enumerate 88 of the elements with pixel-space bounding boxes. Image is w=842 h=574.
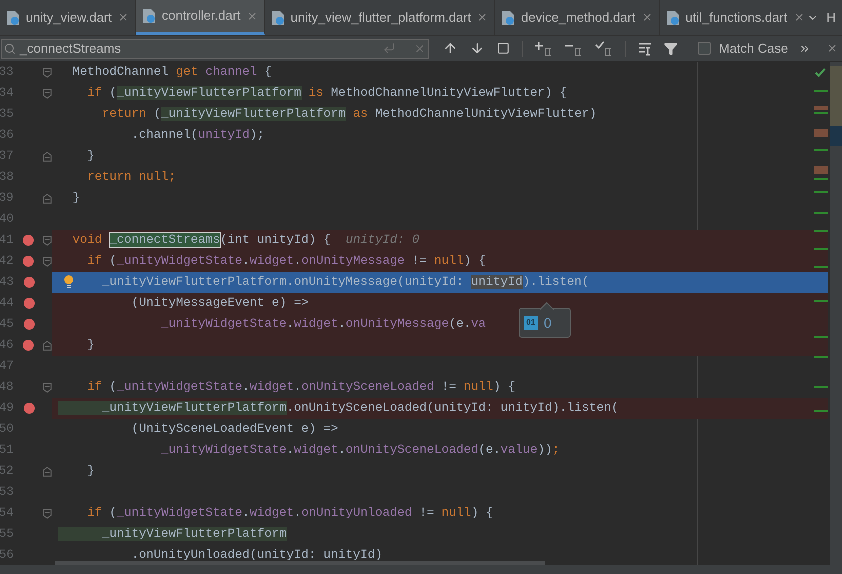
fold-icon[interactable] <box>43 152 52 162</box>
line-number: 56 <box>0 547 14 564</box>
tooltip-value: 0 <box>544 314 552 332</box>
line-number: 53 <box>0 484 14 502</box>
line-number: 36 <box>0 127 14 144</box>
add-occurrence-icon[interactable] <box>535 40 553 56</box>
code-text: return null; <box>86 171 176 184</box>
code-text: .onUnityUnloaded(unityId: unityId) <box>130 549 383 562</box>
file-tab[interactable]: unity_view_flutter_platform.dart <box>264 0 496 35</box>
code-text: .channel(unityId); <box>130 129 265 142</box>
code-text: if (_unityWidgetState.widget.onUnityMessage != null) { <box>86 255 486 268</box>
code-text: } <box>86 465 95 478</box>
dart-file-icon <box>6 10 20 26</box>
close-icon[interactable] <box>118 12 129 23</box>
close-icon[interactable] <box>794 12 803 23</box>
line-number: 43 <box>0 274 14 292</box>
line-number: 37 <box>0 148 14 166</box>
line-number: 34 <box>0 85 14 102</box>
fold-icon[interactable] <box>43 466 52 476</box>
search-icon[interactable] <box>4 42 16 54</box>
code-text: MethodChannel get channel { <box>72 66 272 79</box>
dart-file-icon <box>501 10 516 26</box>
code-text: return (_unityViewFlutterPlatform as MethodChannelUnityViewFlutter) <box>101 108 597 121</box>
code-text: _unityViewFlutterPlatform.onUnityMessage(unityId: unityId).listen( <box>101 276 590 289</box>
code-text: if (_unityViewFlutterPlatform is MethodChannelUnityViewFlutter) { <box>86 87 568 100</box>
code-text: } <box>86 150 95 163</box>
code-text: } <box>72 192 80 205</box>
fold-icon[interactable] <box>43 88 52 98</box>
breakpoint-icon[interactable] <box>24 319 34 330</box>
enter-icon[interactable] <box>383 42 396 55</box>
breakpoint-icon[interactable] <box>24 298 34 309</box>
match-case-label[interactable]: Match Case <box>719 38 788 58</box>
close-icon[interactable] <box>477 12 488 23</box>
code-text: } <box>86 339 95 352</box>
fold-icon[interactable] <box>43 256 52 266</box>
fold-icon[interactable] <box>43 340 52 350</box>
line-number: 44 <box>0 295 14 312</box>
fold-icon[interactable] <box>43 382 52 392</box>
line-number: 35 <box>0 106 14 124</box>
lightbulb-icon[interactable] <box>64 275 74 289</box>
fold-icon[interactable] <box>43 68 52 78</box>
line-number: 33 <box>0 64 14 82</box>
select-occurrences-icon[interactable] <box>595 40 613 56</box>
fold-icon[interactable] <box>43 508 52 518</box>
line-number: 51 <box>0 442 14 460</box>
dart-file-icon <box>270 10 285 26</box>
code-text: (UnitySceneLoadedEvent e) => <box>130 423 338 436</box>
line-number: 50 <box>0 421 14 438</box>
file-tab[interactable]: device_method.dart <box>495 0 660 35</box>
fold-icon[interactable] <box>43 194 52 204</box>
close-icon[interactable] <box>827 43 838 54</box>
filter-icon[interactable] <box>664 42 678 56</box>
dart-file-icon <box>666 10 680 26</box>
dart-file-icon <box>142 8 156 24</box>
breakpoint-icon[interactable] <box>22 235 34 246</box>
file-tab[interactable]: controller.dart <box>136 0 265 35</box>
close-icon[interactable] <box>246 10 258 22</box>
line-number: 55 <box>0 526 14 544</box>
line-number: 45 <box>0 316 14 334</box>
line-number: 38 <box>0 169 14 186</box>
fold-icon[interactable] <box>43 236 52 246</box>
breakpoint-icon[interactable] <box>22 340 34 351</box>
breakpoint-icon[interactable] <box>22 256 34 267</box>
search-field[interactable]: _connectStreams <box>1 38 429 58</box>
filter-lines-icon[interactable] <box>638 42 652 56</box>
square-icon[interactable] <box>497 42 510 55</box>
number-type-icon: 01 <box>524 316 538 330</box>
code-text: if (_unityWidgetState.widget.onUnityUnloaded != null) { <box>86 507 494 520</box>
code-text: _unityViewFlutterPlatform.onUnitySceneLoaded(unityId: unityId).listen( <box>58 402 619 415</box>
arrow-down-icon[interactable] <box>470 41 485 56</box>
line-number: 47 <box>0 358 14 376</box>
code-text: if (_unityWidgetState.widget.onUnitySceneLoaded != null) { <box>86 381 516 394</box>
code-text: _unityViewFlutterPlatform <box>58 528 287 541</box>
code-text: void _connectStreams(int unityId) { unityId: 0 <box>72 234 420 247</box>
clear-icon[interactable] <box>414 42 426 54</box>
checkbox[interactable] <box>698 42 711 55</box>
line-number: 52 <box>0 463 14 480</box>
line-number: 39 <box>0 190 14 208</box>
code-text: (UnityMessageEvent e) => <box>130 297 309 310</box>
line-number: 54 <box>0 505 14 522</box>
line-number: 40 <box>0 211 14 228</box>
close-icon[interactable] <box>642 12 653 23</box>
code-text: _unityWidgetState.widget.onUnityMessage(e.va <box>160 318 486 331</box>
file-tab[interactable]: util_functions.dart <box>660 0 803 35</box>
line-number: 49 <box>0 400 14 418</box>
breakpoint-icon[interactable] <box>24 277 34 288</box>
code-text: _unityWidgetState.widget.onUnitySceneLoaded(e.value)); <box>160 444 560 457</box>
breakpoint-icon[interactable] <box>24 403 34 414</box>
